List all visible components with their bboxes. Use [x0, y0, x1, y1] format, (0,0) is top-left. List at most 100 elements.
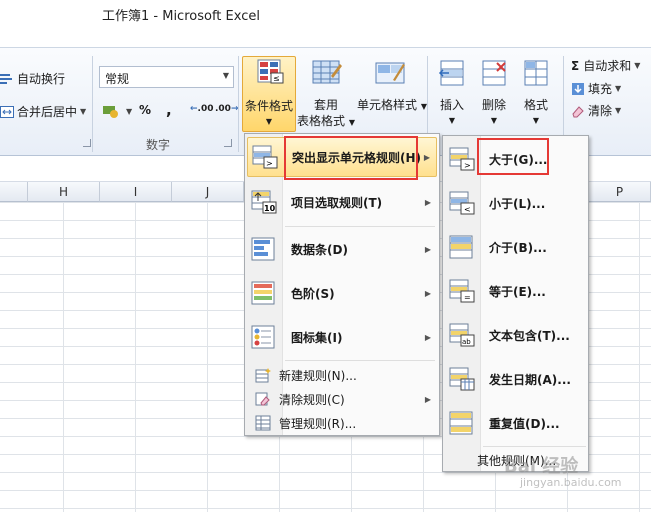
window-title: 工作簿1 - Microsoft Excel: [102, 9, 260, 24]
ribbon-tab-strip: [0, 28, 651, 48]
delete-button[interactable]: 删除 ▼: [474, 58, 514, 129]
merge-center-button[interactable]: 合并后居中 ▼: [0, 103, 86, 120]
new-rule-icon: [255, 368, 271, 383]
menu-item-less-than[interactable]: < 小于(L)...: [445, 182, 586, 224]
menu-item-text-contains[interactable]: ab 文本包含(T)...: [445, 314, 586, 356]
number-format-select[interactable]: 常规 ▼: [99, 66, 234, 88]
svg-text:≤: ≤: [273, 74, 280, 83]
manage-rules-icon: [255, 415, 271, 431]
data-bars-icon: [251, 237, 275, 261]
fill-button[interactable]: 填充 ▼: [571, 80, 621, 97]
svg-text:>: >: [464, 161, 471, 170]
delete-label: 删除: [481, 98, 506, 112]
chevron-right-icon: ▶: [423, 152, 430, 162]
column-header-p[interactable]: P: [589, 182, 651, 202]
currency-button[interactable]: ▼: [102, 103, 132, 119]
insert-button[interactable]: 插入 ▼: [432, 58, 472, 129]
menu-item-equal-to[interactable]: = 等于(E)...: [445, 270, 586, 312]
chevron-down-icon: ▼: [490, 116, 498, 125]
column-header-h[interactable]: H: [28, 182, 100, 202]
clear-button[interactable]: 清除 ▼: [571, 102, 621, 119]
alignment-dialog-launcher-icon[interactable]: [83, 139, 91, 147]
column-header-j[interactable]: J: [172, 182, 244, 202]
autosum-label: 自动求和: [583, 59, 632, 73]
format-as-table-button[interactable]: 套用 表格格式 ▼: [297, 58, 355, 131]
chevron-down-icon: ▼: [448, 116, 456, 125]
menu-item-label: 新建规则(N)...: [279, 368, 357, 383]
menu-item-new-rule[interactable]: 新建规则(N)...: [247, 363, 437, 387]
menu-item-manage-rules[interactable]: 管理规则(R)...: [247, 411, 437, 435]
svg-text:<: <: [464, 205, 471, 214]
cell-styles-button[interactable]: 单元格样式 ▼: [357, 58, 427, 115]
increase-decimal-label: .00: [197, 104, 214, 114]
conditional-format-icon: ≤: [257, 59, 284, 84]
menu-item-label: 数据条(D): [291, 242, 348, 257]
chevron-down-icon: ▼: [222, 71, 229, 80]
chevron-right-icon: ▶: [424, 244, 431, 254]
duplicate-values-icon: [449, 411, 473, 435]
insert-label: 插入: [439, 98, 464, 112]
text-contains-icon: ab: [449, 323, 475, 347]
chevron-right-icon: ▶: [424, 394, 431, 404]
menu-item-highlight-rules[interactable]: > 突出显示单元格规则(H) ▶: [247, 137, 437, 177]
chevron-down-icon: ▼: [634, 61, 641, 70]
cell-styles-label: 单元格样式: [357, 98, 418, 112]
insert-cells-icon: [438, 60, 464, 86]
clear-rules-icon: [255, 392, 270, 406]
wrap-text-button[interactable]: 自动换行: [0, 70, 65, 87]
format-button[interactable]: 格式 ▼: [516, 58, 556, 129]
menu-item-label: 介于(B)...: [489, 240, 547, 255]
menu-item-clear-rules[interactable]: 清除规则(C) ▶: [247, 387, 437, 411]
menu-item-date-occurring[interactable]: 发生日期(A)...: [445, 358, 586, 400]
menu-item-top-bottom-rules[interactable]: 10 项目选取规则(T) ▶: [247, 182, 437, 222]
group-divider: [92, 56, 93, 152]
chevron-right-icon: ▶: [424, 197, 431, 207]
menu-item-label: 突出显示单元格规则(H): [292, 150, 422, 165]
format-as-table-icon: [312, 60, 342, 84]
menu-item-color-scales[interactable]: 色阶(S) ▶: [247, 273, 437, 313]
top-bottom-rules-icon: 10: [251, 190, 277, 214]
column-header-g[interactable]: [0, 182, 28, 202]
menu-separator: [285, 360, 435, 361]
greater-than-icon: >: [449, 147, 475, 171]
comma-button[interactable]: ,: [166, 101, 172, 119]
menu-item-duplicate-values[interactable]: 重复值(D)...: [445, 402, 586, 444]
decrease-decimal-button[interactable]: .00 →: [215, 104, 239, 114]
conditional-format-button[interactable]: ≤ 条件格式 ▼: [242, 56, 296, 132]
format-as-table-label: 表格格式: [297, 114, 346, 128]
between-icon: [449, 235, 473, 259]
format-cells-icon: [524, 60, 548, 86]
merge-center-label: 合并后居中: [17, 105, 78, 119]
chevron-down-icon: ▼: [348, 118, 355, 127]
chevron-down-icon: ▼: [126, 106, 133, 116]
menu-item-icon-sets[interactable]: 图标集(I) ▶: [247, 317, 437, 357]
number-format-value: 常规: [105, 72, 130, 86]
icon-sets-icon: [251, 325, 275, 349]
chevron-right-icon: ▶: [424, 332, 431, 342]
number-dialog-launcher-icon[interactable]: [224, 139, 232, 147]
increase-decimal-button[interactable]: ← .00: [190, 104, 214, 114]
number-group-label: 数字: [146, 138, 171, 152]
menu-item-label: 清除规则(C): [279, 392, 345, 407]
merge-center-icon: [0, 105, 14, 118]
menu-separator: [483, 446, 586, 447]
chevron-down-icon: ▼: [615, 84, 622, 93]
menu-item-between[interactable]: 介于(B)...: [445, 226, 586, 268]
percent-button[interactable]: %: [139, 103, 151, 117]
column-header-i[interactable]: I: [100, 182, 172, 202]
svg-text:=: =: [464, 293, 471, 302]
currency-icon: [103, 106, 118, 118]
menu-item-greater-than[interactable]: > 大于(G)...: [445, 138, 586, 180]
menu-item-data-bars[interactable]: 数据条(D) ▶: [247, 229, 437, 269]
menu-item-label: 等于(E)...: [489, 284, 546, 299]
less-than-icon: <: [449, 191, 475, 215]
title-bar: 工作簿1 - Microsoft Excel: [0, 0, 651, 28]
chevron-down-icon[interactable]: ▼: [80, 107, 86, 116]
delete-cells-icon: [482, 60, 506, 86]
chevron-down-icon: ▼: [615, 106, 622, 115]
menu-item-label: 小于(L)...: [489, 196, 546, 211]
watermark-url: jingyan.baidu.com: [520, 476, 622, 489]
equal-to-icon: =: [449, 279, 475, 303]
autosum-button[interactable]: Σ 自动求和 ▼: [571, 57, 640, 74]
svg-text:ab: ab: [462, 338, 471, 346]
